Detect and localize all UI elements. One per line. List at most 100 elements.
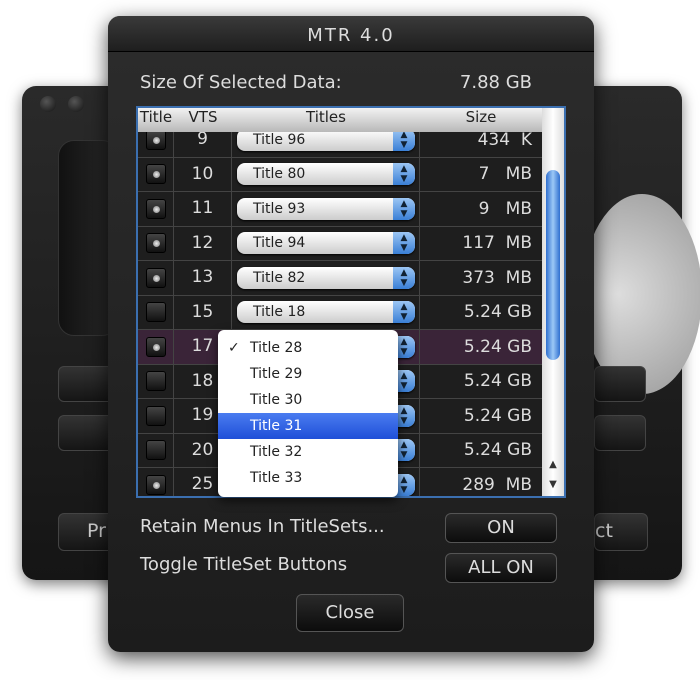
window-title: MTR 4.0 (108, 16, 594, 52)
popup-arrows-icon: ▲ ▼ (393, 266, 415, 289)
table-row[interactable]: 12 Title 94 ▲ ▼ 117 MB (138, 226, 542, 261)
title-checkbox[interactable] (145, 302, 166, 323)
title-checkbox[interactable] (145, 129, 166, 150)
title-cell (138, 433, 174, 467)
dropdown-menu-item[interactable]: Title 30 (218, 387, 398, 413)
popup-arrows-icon: ▲ ▼ (393, 197, 415, 220)
header-size[interactable]: Size (420, 108, 542, 132)
toggle-titleset-button[interactable]: ALL ON (445, 553, 557, 583)
title-cell (138, 157, 174, 191)
title-cell (138, 261, 174, 295)
title-popup-button[interactable]: Title 93 ▲ ▼ (237, 197, 415, 220)
title-popup-value: Title 18 (253, 304, 306, 321)
title-cell (138, 226, 174, 260)
title-popup-button[interactable]: Title 82 ▲ ▼ (237, 266, 415, 289)
titles-cell: Title 93 ▲ ▼ (232, 192, 420, 226)
size-cell: 289 MB (462, 474, 532, 495)
scrollbar-thumb[interactable] (546, 170, 560, 360)
size-cell: 5.24 GB (463, 440, 532, 461)
title-checkbox[interactable] (145, 405, 166, 426)
title-dropdown-menu: ✓ Title 28 Title 29 Title 30 Title 31 Title 3… (218, 330, 398, 497)
title-checkbox[interactable] (145, 267, 166, 288)
header-title[interactable]: Title (138, 108, 174, 132)
title-checkbox[interactable] (145, 474, 166, 495)
background-right-button[interactable]: ct (594, 513, 648, 551)
vts-cell: 15 (174, 295, 232, 329)
disc-image (582, 194, 700, 394)
popup-arrows-icon: ▲ ▼ (393, 163, 415, 186)
popup-arrows-icon: ▲ ▼ (393, 128, 415, 151)
scrollbar[interactable]: ▲ ▼ (542, 108, 564, 496)
size-cell: 5.24 GB (463, 371, 532, 392)
header-vts[interactable]: VTS (174, 108, 232, 132)
background-stepper[interactable] (594, 415, 646, 451)
summary-value: 7.88 GB (459, 72, 532, 93)
toggle-titleset-label: Toggle TitleSet Buttons (140, 554, 348, 575)
close-button[interactable]: Close (296, 594, 404, 632)
titles-cell: Title 80 ▲ ▼ (232, 157, 420, 191)
size-cell: 5.24 GB (463, 336, 532, 357)
window-close-dot[interactable] (40, 96, 56, 112)
title-popup-value: Title 96 (253, 131, 306, 148)
dropdown-menu-item[interactable]: Title 33 (218, 465, 398, 491)
menu-item-label: Title 32 (250, 444, 303, 460)
table-row[interactable]: 13 Title 82 ▲ ▼ 373 MB (138, 261, 542, 296)
size-cell: 434 K (477, 129, 532, 150)
dropdown-menu-item[interactable]: Title 32 (218, 439, 398, 465)
title-cell (138, 192, 174, 226)
size-cell: 5.24 GB (463, 302, 532, 323)
title-checkbox[interactable] (145, 440, 166, 461)
menu-item-label: Title 31 (250, 418, 303, 434)
title-cell (138, 468, 174, 496)
menu-item-label: Title 29 (250, 366, 303, 382)
size-cell: 373 MB (462, 267, 532, 288)
title-cell (138, 295, 174, 329)
title-popup-value: Title 82 (253, 269, 306, 286)
title-popup-value: Title 93 (253, 200, 306, 217)
title-popup-button[interactable]: Title 18 ▲ ▼ (237, 301, 415, 324)
titles-cell: Title 82 ▲ ▼ (232, 261, 420, 295)
checkmark-icon: ✓ (228, 340, 240, 356)
title-checkbox[interactable] (145, 371, 166, 392)
title-cell (138, 330, 174, 364)
retain-menus-label: Retain Menus In TitleSets... (140, 516, 385, 537)
table-row[interactable]: 15 Title 18 ▲ ▼ 5.24 GB (138, 295, 542, 330)
scroll-up-arrow-icon[interactable]: ▲ (542, 459, 564, 470)
dropdown-menu-item[interactable]: Title 31 (218, 413, 398, 439)
title-cell (138, 364, 174, 398)
title-popup-value: Title 80 (253, 166, 306, 183)
selected-data-summary: Size Of Selected Data: 7.88 GB (140, 72, 532, 93)
window-minimize-dot[interactable] (68, 96, 84, 112)
title-popup-button[interactable]: Title 94 ▲ ▼ (237, 232, 415, 255)
summary-label: Size Of Selected Data: (140, 72, 342, 93)
title-checkbox[interactable] (145, 198, 166, 219)
scroll-down-arrow-icon[interactable]: ▼ (542, 479, 564, 490)
popup-arrows-icon: ▲ ▼ (393, 232, 415, 255)
background-stepper[interactable] (594, 366, 646, 402)
dropdown-menu-item[interactable]: Title 29 (218, 361, 398, 387)
vts-cell: 12 (174, 226, 232, 260)
title-cell (138, 399, 174, 433)
table-row[interactable]: 11 Title 93 ▲ ▼ 9 MB (138, 192, 542, 227)
title-popup-button[interactable]: Title 96 ▲ ▼ (237, 128, 415, 151)
menu-item-label: Title 28 (250, 340, 303, 356)
menu-item-label: Title 30 (250, 392, 303, 408)
title-popup-value: Title 94 (253, 235, 306, 252)
titles-cell: Title 94 ▲ ▼ (232, 226, 420, 260)
header-titles[interactable]: Titles (232, 108, 420, 132)
title-checkbox[interactable] (145, 164, 166, 185)
menu-item-label: Title 33 (250, 470, 303, 486)
title-checkbox[interactable] (145, 336, 166, 357)
size-cell: 117 MB (462, 233, 532, 254)
table-row[interactable]: 10 Title 80 ▲ ▼ 7 MB (138, 157, 542, 192)
titles-cell: Title 18 ▲ ▼ (232, 295, 420, 329)
table-header: Title VTS Titles Size (138, 108, 542, 132)
title-popup-button[interactable]: Title 80 ▲ ▼ (237, 163, 415, 186)
size-cell: 9 MB (478, 198, 532, 219)
vts-cell: 13 (174, 261, 232, 295)
title-checkbox[interactable] (145, 233, 166, 254)
dropdown-menu-item[interactable]: ✓ Title 28 (218, 335, 398, 361)
retain-menus-button[interactable]: ON (445, 513, 557, 543)
size-cell: 5.24 GB (463, 405, 532, 426)
vts-cell: 10 (174, 157, 232, 191)
